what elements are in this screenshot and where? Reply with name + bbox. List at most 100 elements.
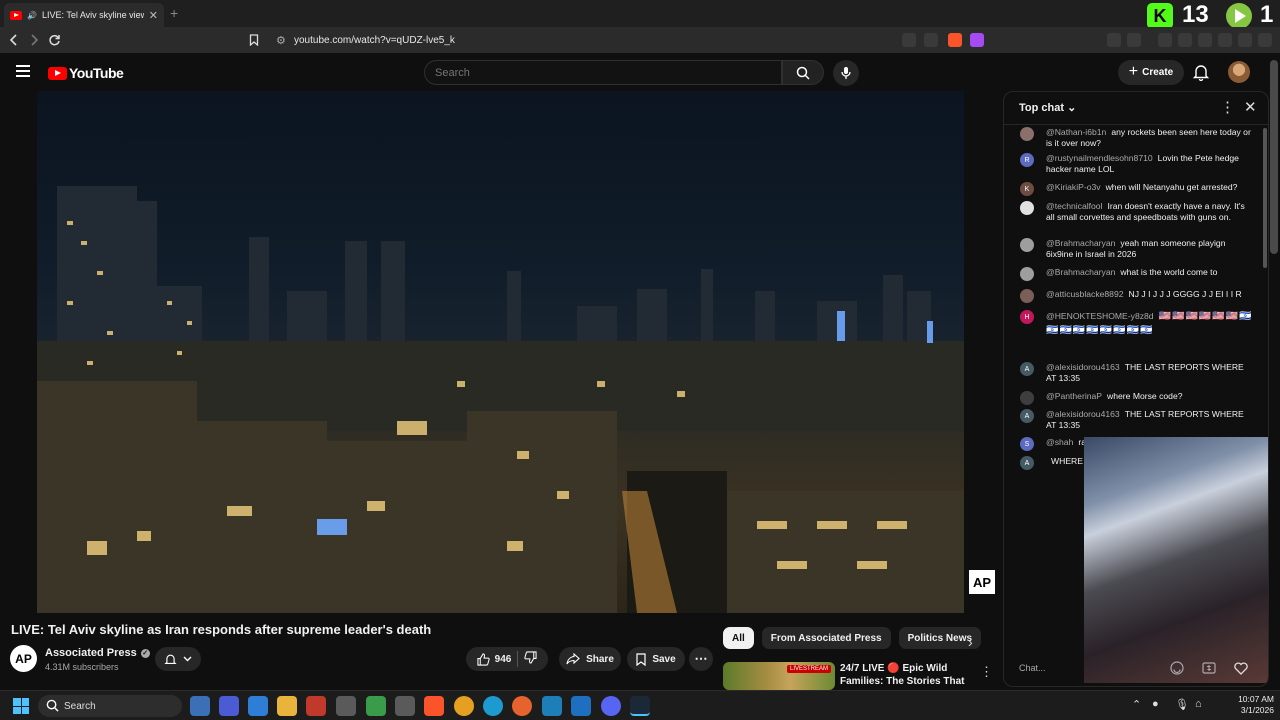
new-tab-icon[interactable]: + <box>170 5 178 21</box>
windows-start-icon[interactable] <box>13 698 29 714</box>
leo-ai-icon[interactable] <box>1218 33 1232 47</box>
channel-avatar[interactable]: AP <box>10 645 37 672</box>
reload-icon[interactable] <box>46 32 62 48</box>
hamburger-menu-icon[interactable] <box>16 65 30 77</box>
forward-icon[interactable] <box>26 32 42 48</box>
tab-close-icon[interactable]: ✕ <box>149 9 158 22</box>
app-icon-blue[interactable] <box>542 696 562 716</box>
recommendation-thumbnail[interactable]: LIVESTREAM <box>723 662 835 690</box>
search-button[interactable] <box>782 60 824 85</box>
top-chat-dropdown[interactable]: Top chat ⌄ <box>1019 101 1076 114</box>
chat-author-avatar[interactable]: A <box>1020 456 1034 470</box>
channel-name[interactable]: Associated Press <box>45 647 137 659</box>
chat-message[interactable]: @Brahmacharyan yeah man someone playign 6… <box>1004 238 1254 260</box>
chat-author-name[interactable]: @technicalfool <box>1046 201 1103 211</box>
more-vertical-icon[interactable]: ⋮ <box>980 664 993 680</box>
chat-author-avatar[interactable] <box>1020 201 1034 215</box>
chat-message[interactable]: @Brahmacharyan what is the world come to <box>1004 267 1254 281</box>
chip-from-associated-press[interactable]: From Associated Press <box>761 627 891 649</box>
url-field[interactable]: ⚙ youtube.com/watch?v=qUDZ-lve5_k <box>268 30 992 50</box>
site-settings-icon[interactable]: ⚙ <box>276 34 286 47</box>
chat-author-name[interactable]: @rustynailmendlesohn8710 <box>1046 153 1153 163</box>
share-page-icon[interactable] <box>924 33 938 47</box>
screenshot-icon[interactable] <box>1127 33 1141 47</box>
chat-message[interactable]: @atticusblacke8892 NJ J I J J J GGGG J J … <box>1004 289 1254 303</box>
chat-author-name[interactable]: @Brahmacharyan <box>1046 238 1115 248</box>
cast-icon[interactable] <box>902 33 916 47</box>
chat-message[interactable]: K @KiriakiP-o3v when will Netanyahu get ar… <box>1004 182 1254 196</box>
video-player[interactable] <box>37 91 964 613</box>
chat-message[interactable]: H @HENOKTESHOME-y8z8d 🇺🇸🇺🇸🇺🇸🇺🇸🇺🇸🇺🇸🇮🇱🇮🇱🇮🇱🇮🇱… <box>1004 310 1254 338</box>
media-icon[interactable] <box>1158 33 1172 47</box>
subscription-notifications-button[interactable] <box>155 647 201 671</box>
chat-author-name[interactable]: @atticusblacke8892 <box>1046 289 1124 299</box>
chat-author-avatar[interactable]: A <box>1020 362 1034 376</box>
youtube-logo[interactable]: YouTube <box>48 65 124 81</box>
app-icon-green-shield[interactable] <box>366 696 386 716</box>
voice-search-button[interactable] <box>833 60 859 86</box>
extensions-icon[interactable] <box>1107 33 1121 47</box>
tray-app-icon[interactable]: ● <box>1152 698 1159 710</box>
steam-icon[interactable] <box>630 696 650 716</box>
chat-author-avatar[interactable] <box>1020 289 1034 303</box>
more-actions-button[interactable]: ⋯ <box>689 647 713 671</box>
chat-author-name[interactable]: @alexisidorou4163 <box>1046 362 1120 372</box>
chat-author-name[interactable]: @PantherinaP <box>1046 391 1102 401</box>
chevron-right-icon[interactable]: › <box>968 634 973 650</box>
dislike-button[interactable] <box>524 651 537 667</box>
app-icon-gear[interactable] <box>395 696 415 716</box>
chat-message[interactable]: @PantherinaP where Morse code? <box>1004 391 1254 405</box>
emoji-icon[interactable] <box>1169 660 1185 676</box>
microphone-tray-icon[interactable]: 🎙 <box>1175 698 1189 711</box>
chat-message[interactable]: A @alexisidorou4163 THE LAST REPORTS WHERE… <box>1004 409 1254 431</box>
sidebar-icon[interactable] <box>1178 33 1192 47</box>
save-button[interactable]: Save <box>627 647 685 671</box>
tray-overflow-icon[interactable]: ⌃ <box>1132 698 1141 711</box>
chat-input[interactable]: Chat... <box>1019 657 1159 679</box>
bookmark-icon[interactable] <box>246 32 262 48</box>
chat-scrollbar[interactable] <box>1263 128 1267 268</box>
chat-author-name[interactable]: @alexisidorou4163 <box>1046 409 1120 419</box>
chat-author-name[interactable]: @Nathan-i6b1n <box>1046 127 1106 137</box>
chat-author-name[interactable]: @HENOKTESHOME-y8z8d <box>1046 311 1154 321</box>
menu-icon[interactable] <box>1258 33 1272 47</box>
chat-author-avatar[interactable] <box>1020 238 1034 252</box>
app-icon-red[interactable] <box>306 696 326 716</box>
brave-shields-icon[interactable] <box>948 33 962 47</box>
edge-icon[interactable] <box>483 696 503 716</box>
channel-name-row[interactable]: Associated Press ✓ <box>45 647 150 659</box>
share-button[interactable]: Share <box>559 647 621 671</box>
chat-author-avatar[interactable]: K <box>1020 182 1034 196</box>
search-input[interactable] <box>424 60 782 85</box>
remote-desktop-icon[interactable] <box>248 696 268 716</box>
chat-author-avatar[interactable]: R <box>1020 153 1034 167</box>
file-explorer-icon[interactable] <box>277 696 297 716</box>
chat-author-avatar[interactable]: S <box>1020 437 1034 451</box>
chat-author-avatar[interactable] <box>1020 127 1034 141</box>
discord-icon[interactable] <box>601 696 621 716</box>
back-icon[interactable] <box>6 32 22 48</box>
app-icon-circle[interactable] <box>336 696 356 716</box>
task-view-icon[interactable] <box>190 696 210 716</box>
vpn-icon[interactable] <box>1238 33 1252 47</box>
wallet-icon[interactable] <box>1198 33 1212 47</box>
super-chat-icon[interactable] <box>1201 660 1217 676</box>
page-scrollbar[interactable] <box>1270 60 1278 254</box>
brave-browser-icon[interactable] <box>424 696 444 716</box>
chrome-icon[interactable] <box>454 696 474 716</box>
chat-author-name[interactable]: @Brahmacharyan <box>1046 267 1115 277</box>
firefox-icon[interactable] <box>512 696 532 716</box>
create-button[interactable]: + Create <box>1118 60 1184 85</box>
chat-message[interactable]: R @rustynailmendlesohn8710 Lovin the Pete … <box>1004 153 1254 175</box>
chat-author-avatar[interactable] <box>1020 267 1034 281</box>
chat-author-avatar[interactable] <box>1020 391 1034 405</box>
taskbar-clock[interactable]: 10:07 AM 3/1/2026 <box>1222 694 1274 716</box>
like-button[interactable]: 946 <box>477 652 511 666</box>
notifications-bell-icon[interactable] <box>1192 63 1210 81</box>
network-icon[interactable]: ⌂ <box>1195 698 1202 710</box>
chip-all[interactable]: All <box>723 627 754 649</box>
close-chat-icon[interactable]: ✕ <box>1244 98 1257 116</box>
chat-author-name[interactable]: @KiriakiP-o3v <box>1046 182 1101 192</box>
chat-message[interactable]: @Nathan-i6b1n any rockets been seen here … <box>1004 127 1254 149</box>
chat-author-name[interactable]: @shah <box>1046 437 1073 447</box>
